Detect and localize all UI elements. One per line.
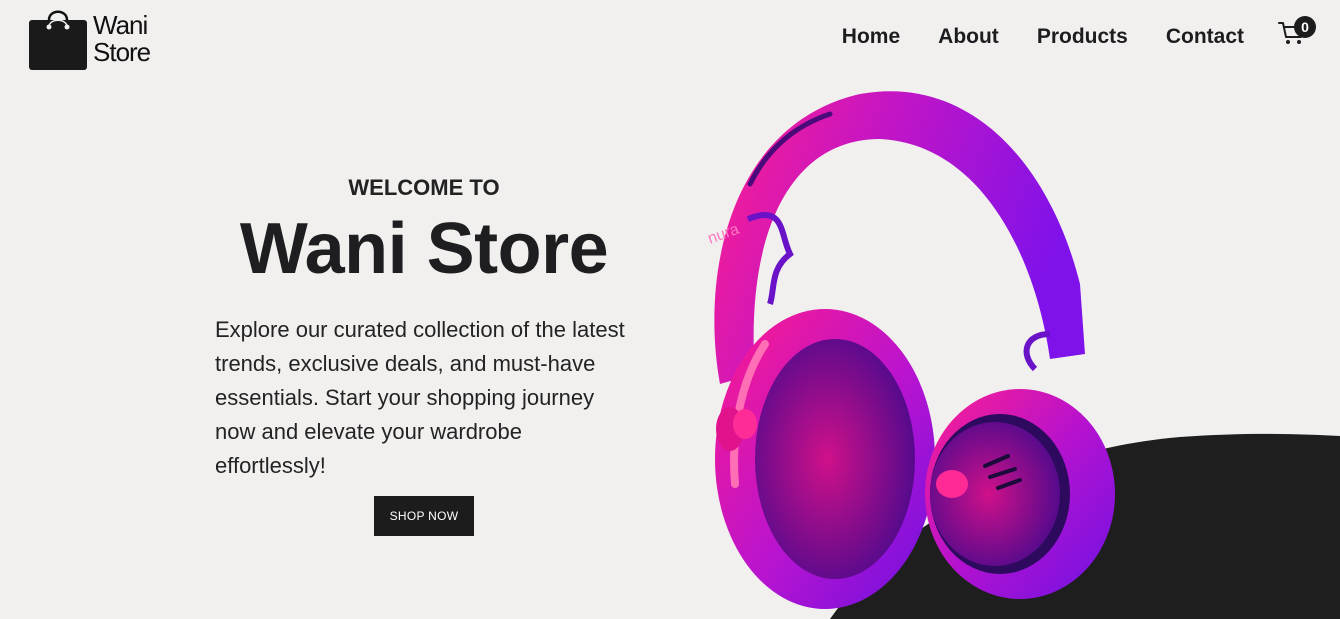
hero-section: WELCOME TO Wani Store Explore our curate… xyxy=(215,175,635,536)
brand-logo[interactable]: Wani Store xyxy=(28,6,151,72)
shop-now-button[interactable]: SHOP NOW xyxy=(374,496,474,536)
nav-about[interactable]: About xyxy=(938,22,999,52)
hero-description: Explore our curated collection of the la… xyxy=(215,317,625,478)
shopping-bag-icon xyxy=(29,10,87,70)
brand-name-line1: Wani xyxy=(93,10,148,40)
headphones-image: nura xyxy=(706,91,1115,609)
cart-count-badge: 0 xyxy=(1294,16,1316,38)
nav-home[interactable]: Home xyxy=(842,22,900,52)
brand-name: Wani Store xyxy=(93,10,151,67)
dark-curve-backdrop xyxy=(830,433,1340,619)
hero-title: Wani Store xyxy=(239,209,609,289)
main-nav: Home About Products Contact xyxy=(842,22,1244,52)
cart-button[interactable]: 0 xyxy=(1278,14,1320,50)
hero-kicker: WELCOME TO xyxy=(348,175,500,200)
brand-name-line2: Store xyxy=(93,37,151,67)
nav-products[interactable]: Products xyxy=(1037,22,1128,52)
nav-contact[interactable]: Contact xyxy=(1166,22,1244,52)
